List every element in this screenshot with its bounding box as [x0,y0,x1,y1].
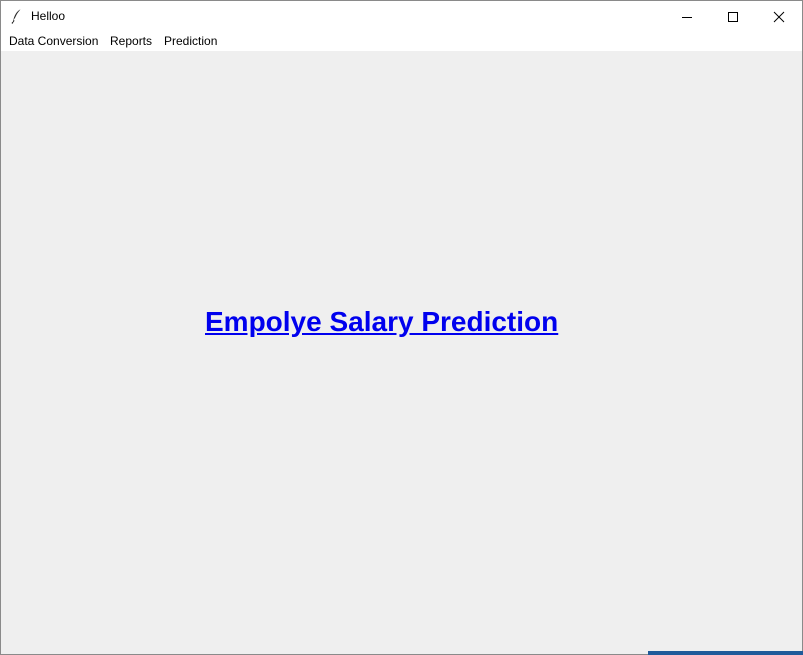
menu-data-conversion[interactable]: Data Conversion [9,34,98,49]
maximize-icon [727,11,739,23]
menu-prediction[interactable]: Prediction [164,34,217,49]
background-window-edge [648,651,803,655]
minimize-button[interactable] [664,1,710,32]
menu-reports[interactable]: Reports [110,34,152,49]
close-button[interactable] [756,1,802,32]
minimize-icon [681,11,693,23]
menu-bar: Data Conversion Reports Prediction [1,32,802,51]
app-window: Helloo Data Conversion Reports Predictio… [0,0,803,655]
main-content: Empolye Salary Prediction [1,51,802,654]
close-icon [773,11,785,23]
page-heading-link[interactable]: Empolye Salary Prediction [205,305,558,339]
window-title: Helloo [31,9,66,23]
feather-icon [10,8,24,24]
maximize-button[interactable] [710,1,756,32]
title-bar[interactable]: Helloo [1,1,802,32]
